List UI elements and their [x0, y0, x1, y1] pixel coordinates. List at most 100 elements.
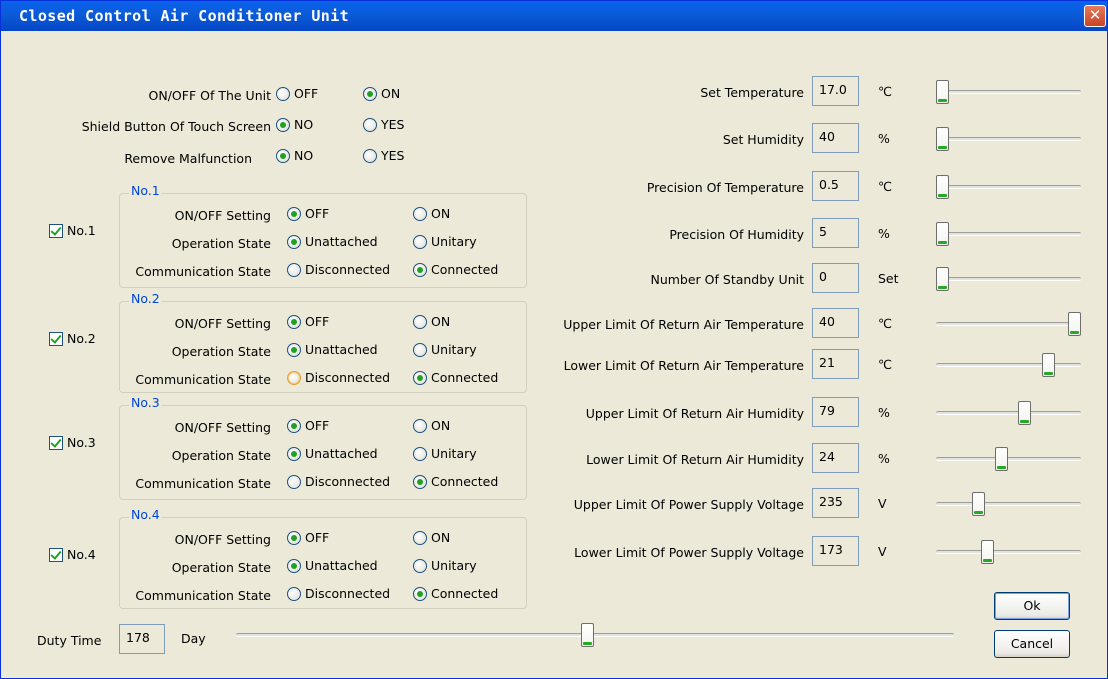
param-11-slider-thumb[interactable] — [981, 540, 994, 564]
unit-4-operation-unitary-radio[interactable]: Unitary — [413, 558, 477, 573]
param-7-slider-track[interactable] — [936, 363, 1081, 367]
param-4-label: Precision Of Humidity — [669, 227, 804, 242]
unit-4-onoff-on-radio[interactable]: ON — [413, 530, 450, 545]
checkbox-indicator — [49, 223, 63, 238]
unit-1-operation-unitary-radio[interactable]: Unitary — [413, 234, 477, 249]
radio-indicator — [413, 586, 427, 601]
radio-indicator — [363, 148, 377, 163]
param-8-value-field[interactable]: 79 — [812, 397, 859, 427]
unit-4-operation-unattached-radio[interactable]: Unattached — [287, 558, 378, 573]
unit-1-communication-disconnected-radio[interactable]: Disconnected — [287, 262, 390, 277]
param-6-slider-thumb[interactable] — [1068, 312, 1081, 336]
param-9-value-field[interactable]: 24 — [812, 443, 859, 473]
unit-2-checkbox[interactable]: No.2 — [49, 331, 96, 346]
unit-4-communication-state-label: Communication State — [135, 588, 271, 603]
param-7-slider-thumb[interactable] — [1042, 353, 1055, 377]
param-3-slider-track[interactable] — [936, 185, 1081, 189]
param-1-value-field[interactable]: 17.0 — [812, 76, 859, 106]
param-10-unit: V — [878, 496, 887, 511]
duty-time-unit: Day — [181, 631, 206, 646]
unit-2-operation-unitary-radio[interactable]: Unitary — [413, 342, 477, 357]
field-value: 40 — [819, 129, 835, 144]
param-10-slider-thumb[interactable] — [972, 492, 985, 516]
unit-1-operation-unattached-radio[interactable]: Unattached — [287, 234, 378, 249]
param-9-slider-track[interactable] — [936, 457, 1081, 461]
param-11-label: Lower Limit Of Power Supply Voltage — [574, 545, 804, 560]
radio-label: Disconnected — [305, 474, 391, 489]
param-4-slider-thumb[interactable] — [936, 222, 949, 246]
unit-3-onoff-setting-label: ON/OFF Setting — [174, 420, 271, 435]
param-11-value-field[interactable]: 173 — [812, 536, 859, 566]
unit-on-radio[interactable]: ON — [363, 86, 400, 101]
param-8-label: Upper Limit Of Return Air Humidity — [585, 406, 804, 421]
param-9-label: Lower Limit Of Return Air Humidity — [586, 452, 804, 467]
unit-1-checkbox[interactable]: No.1 — [49, 223, 96, 238]
unit-1-communication-connected-radio[interactable]: Connected — [413, 262, 498, 277]
unit-4-operation-state-label: Operation State — [171, 560, 271, 575]
radio-label: Unitary — [431, 342, 477, 357]
param-7-value-field[interactable]: 21 — [812, 349, 859, 379]
param-2-slider-thumb[interactable] — [936, 127, 949, 151]
unit-4-checkbox[interactable]: No.4 — [49, 547, 96, 562]
title-bar[interactable]: Closed Control Air Conditioner Unit ✕ — [1, 1, 1107, 31]
param-4-value-field[interactable]: 5 — [812, 218, 859, 248]
radio-label: ON — [431, 530, 451, 545]
param-4-slider-track[interactable] — [936, 232, 1081, 236]
duty-time-slider-track[interactable] — [236, 633, 954, 637]
unit-2-communication-disconnected-radio[interactable]: Disconnected — [287, 370, 390, 385]
checkbox-label: No.1 — [67, 223, 96, 238]
duty-time-field[interactable]: 178 — [119, 624, 165, 654]
param-8-slider-thumb[interactable] — [1018, 401, 1031, 425]
duty-time-slider-thumb[interactable] — [581, 623, 594, 647]
unit-2-onoff-on-radio[interactable]: ON — [413, 314, 450, 329]
param-3-slider-thumb[interactable] — [936, 175, 949, 199]
param-5-slider-thumb[interactable] — [936, 267, 949, 291]
param-5-slider-track[interactable] — [936, 277, 1081, 281]
field-value: 24 — [819, 449, 835, 464]
param-10-slider-track[interactable] — [936, 502, 1081, 506]
radio-indicator — [363, 117, 377, 132]
unit-2-onoff-off-radio[interactable]: OFF — [287, 314, 329, 329]
unit-3-operation-unitary-radio[interactable]: Unitary — [413, 446, 477, 461]
param-8-slider-track[interactable] — [936, 411, 1081, 415]
shield-yes-radio[interactable]: YES — [363, 117, 404, 132]
unit-2-communication-connected-radio[interactable]: Connected — [413, 370, 498, 385]
param-1-slider-thumb[interactable] — [936, 80, 949, 104]
param-5-value-field[interactable]: 0 — [812, 263, 859, 293]
unit-off-radio[interactable]: OFF — [276, 86, 318, 101]
checkbox-label: No.4 — [67, 547, 96, 562]
unit-4-communication-connected-radio[interactable]: Connected — [413, 586, 498, 601]
param-1-slider-track[interactable] — [936, 90, 1081, 94]
cancel-button[interactable]: Cancel — [994, 630, 1070, 658]
unit-3-operation-unattached-radio[interactable]: Unattached — [287, 446, 378, 461]
param-6-slider-track[interactable] — [936, 322, 1081, 326]
unit-3-communication-connected-radio[interactable]: Connected — [413, 474, 498, 489]
unit-1-communication-state-label: Communication State — [135, 264, 271, 279]
malfunction-yes-radio[interactable]: YES — [363, 148, 404, 163]
checkbox-indicator — [49, 547, 63, 562]
unit-2-operation-unattached-radio[interactable]: Unattached — [287, 342, 378, 357]
param-2-value-field[interactable]: 40 — [812, 123, 859, 153]
unit-3-communication-disconnected-radio[interactable]: Disconnected — [287, 474, 390, 489]
unit-4-communication-disconnected-radio[interactable]: Disconnected — [287, 586, 390, 601]
window-title: Closed Control Air Conditioner Unit — [19, 7, 350, 25]
radio-indicator — [287, 206, 301, 221]
param-3-value-field[interactable]: 0.5 — [812, 171, 859, 201]
unit-3-onoff-on-radio[interactable]: ON — [413, 418, 450, 433]
param-9-slider-thumb[interactable] — [995, 447, 1008, 471]
param-10-value-field[interactable]: 235 — [812, 488, 859, 518]
unit-3-onoff-off-radio[interactable]: OFF — [287, 418, 329, 433]
unit-1-onoff-on-radio[interactable]: ON — [413, 206, 450, 221]
unit-4-onoff-off-radio[interactable]: OFF — [287, 530, 329, 545]
malfunction-no-radio[interactable]: NO — [276, 148, 313, 163]
param-6-value-field[interactable]: 40 — [812, 308, 859, 338]
unit-1-onoff-off-radio[interactable]: OFF — [287, 206, 329, 221]
param-2-slider-track[interactable] — [936, 137, 1081, 141]
radio-indicator — [413, 262, 427, 277]
unit-4-group-title: No.4 — [129, 507, 162, 522]
shield-no-radio[interactable]: NO — [276, 117, 313, 132]
param-11-slider-track[interactable] — [936, 550, 1081, 554]
unit-3-checkbox[interactable]: No.3 — [49, 435, 96, 450]
close-button[interactable]: ✕ — [1084, 5, 1106, 27]
ok-button[interactable]: Ok — [994, 592, 1070, 620]
